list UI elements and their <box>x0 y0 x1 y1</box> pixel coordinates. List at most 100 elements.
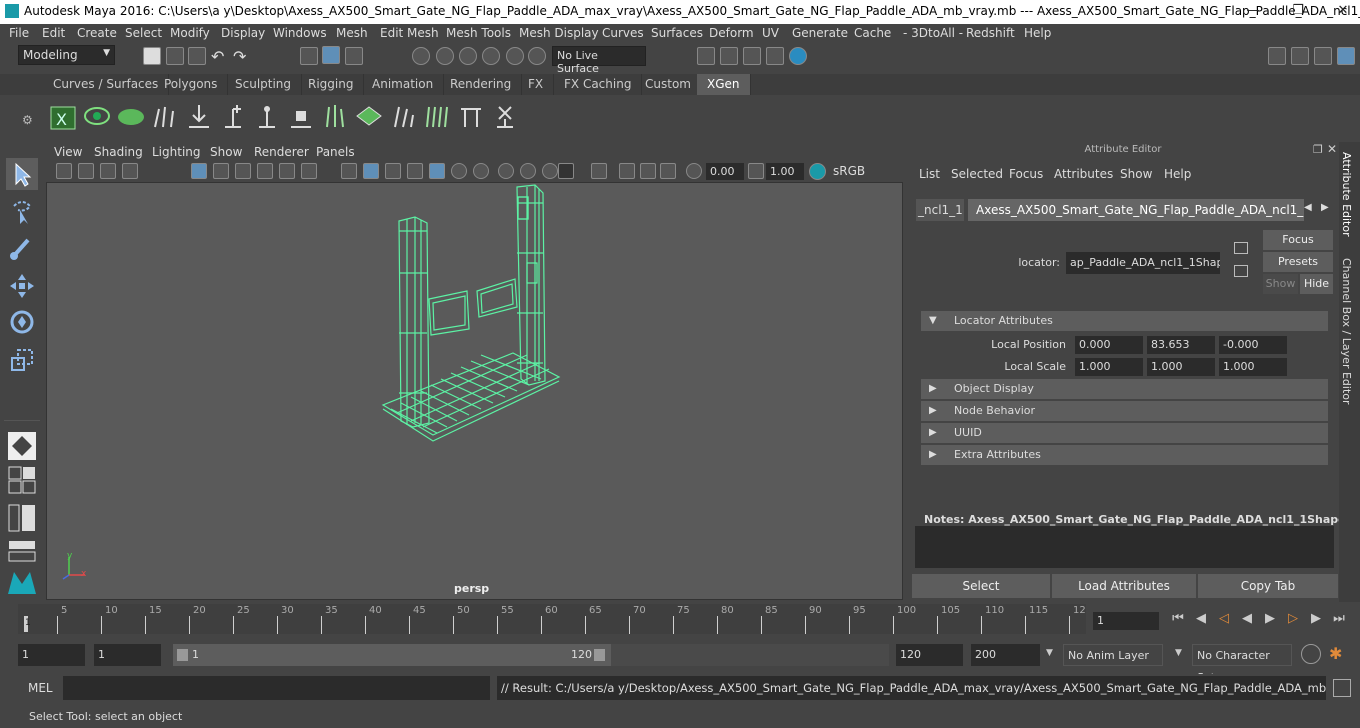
tab-attribute-editor[interactable]: Attribute Editor <box>1340 152 1353 237</box>
shelf-tab-curves-surfaces[interactable]: Curves / Surfaces <box>43 74 170 95</box>
playback-start-field[interactable]: 1 <box>94 644 161 666</box>
chevron-down-icon[interactable]: ▼ <box>1046 648 1053 658</box>
xgen-grid-icon[interactable] <box>355 101 383 131</box>
save-scene-icon[interactable] <box>188 47 206 65</box>
graph-layout-icon[interactable] <box>8 540 36 562</box>
menu-windows[interactable]: Windows <box>273 26 327 40</box>
ipr-render-icon[interactable] <box>743 47 761 65</box>
resolution-gate-icon[interactable] <box>235 163 251 179</box>
show-button[interactable]: Show <box>1263 274 1298 294</box>
xgen-remove-guide-icon[interactable] <box>253 101 281 131</box>
hide-button[interactable]: Hide <box>1300 274 1333 294</box>
gamma-field[interactable]: 1.00 <box>766 163 804 180</box>
shelf-tab-fx-caching[interactable]: FX Caching <box>554 74 643 95</box>
select-button[interactable]: Select <box>912 574 1050 598</box>
move-tool-icon[interactable] <box>6 270 38 302</box>
xgen-clear-icon[interactable] <box>117 101 145 131</box>
menu-select[interactable]: Select <box>125 26 162 40</box>
section-extra-attributes[interactable]: ▶ Extra Attributes <box>921 445 1328 465</box>
select-by-object-icon[interactable] <box>322 46 340 64</box>
smooth-shade-icon[interactable] <box>363 163 379 179</box>
menu-modify[interactable]: Modify <box>170 26 210 40</box>
menu-create[interactable]: Create <box>77 26 117 40</box>
single-layout-icon[interactable] <box>6 430 38 462</box>
local-scale-y-field[interactable]: 1.000 <box>1147 358 1215 376</box>
field-chart-icon[interactable] <box>279 163 295 179</box>
select-by-component-icon[interactable] <box>345 47 363 65</box>
script-language-label[interactable]: MEL <box>28 681 53 695</box>
viewport-menu-shading[interactable]: Shading <box>94 145 143 159</box>
shelf-tab-animation[interactable]: Animation <box>362 74 445 95</box>
section-uuid[interactable]: ▶ UUID <box>921 423 1328 443</box>
xgen-preview-icon[interactable] <box>83 101 111 131</box>
menu-curves[interactable]: Curves <box>602 26 644 40</box>
play-backwards-icon[interactable]: ◀ <box>1239 610 1255 628</box>
safe-action-icon[interactable] <box>301 163 317 179</box>
step-back-key-icon[interactable]: ◀ <box>1193 610 1209 628</box>
hypershade-icon[interactable] <box>789 47 807 65</box>
textured-icon[interactable] <box>407 163 423 179</box>
select-tool-icon[interactable] <box>6 158 38 190</box>
ae-menu-list[interactable]: List <box>919 167 940 181</box>
ae-menu-help[interactable]: Help <box>1164 167 1191 181</box>
go-to-start-icon[interactable]: ⏮ <box>1170 610 1186 628</box>
xgen-sculpt-icon[interactable] <box>389 101 417 131</box>
minimize-icon[interactable]: — <box>1243 3 1263 18</box>
notes-textarea[interactable] <box>915 526 1334 568</box>
close-panel-icon[interactable]: ✕ <box>1327 142 1337 156</box>
shadows-icon[interactable] <box>473 163 489 179</box>
shelf-tab-rendering[interactable]: Rendering <box>440 74 523 95</box>
xgen-attach-icon[interactable] <box>457 101 485 131</box>
focus-button[interactable]: Focus <box>1263 230 1333 250</box>
copy-tab-button[interactable]: Copy Tab <box>1198 574 1338 598</box>
ae-menu-show[interactable]: Show <box>1120 167 1152 181</box>
menu-deform[interactable]: Deform <box>709 26 754 40</box>
close-icon[interactable]: ✕ <box>1333 3 1353 18</box>
viewport-3d[interactable]: y x persp <box>46 182 903 600</box>
section-object-display[interactable]: ▶ Object Display <box>921 379 1328 399</box>
ambient-occlusion-icon[interactable] <box>498 163 514 179</box>
attribute-editor-toggle-icon[interactable] <box>1337 47 1355 65</box>
ae-menu-focus[interactable]: Focus <box>1009 167 1043 181</box>
menuset-dropdown[interactable]: Modeling ▼ <box>18 45 115 65</box>
chevron-down-icon[interactable]: ▼ <box>1175 648 1182 658</box>
locator-name-field[interactable]: ap_Paddle_ADA_ncl1_1Shape <box>1066 252 1220 274</box>
menu-edit[interactable]: Edit <box>42 26 65 40</box>
node-tab-transform[interactable]: _ncl1_1 <box>916 199 964 221</box>
render-view-icon[interactable] <box>697 47 715 65</box>
flap-gate-wireframe[interactable] <box>377 183 567 443</box>
rotate-tool-icon[interactable] <box>6 306 38 338</box>
wireframe-on-shaded-icon[interactable] <box>385 163 401 179</box>
menu-cache[interactable]: Cache <box>854 26 891 40</box>
modeling-toolkit-icon[interactable] <box>1291 47 1309 65</box>
four-view-layout-icon[interactable] <box>8 466 36 494</box>
paint-select-tool-icon[interactable] <box>6 232 38 264</box>
shelf-tab-polygons[interactable]: Polygons <box>154 74 229 95</box>
local-scale-z-field[interactable]: 1.000 <box>1219 358 1287 376</box>
time-slider[interactable]: 1 5 10 15 20 25 30 35 40 45 50 55 60 65 70 75 80 85 90 95 1… <box>18 604 1086 634</box>
xgen-add-point-icon[interactable] <box>219 101 247 131</box>
shelf-tab-sculpting[interactable]: Sculpting <box>225 74 303 95</box>
menu-uv[interactable]: UV <box>762 26 779 40</box>
lasso-tool-icon[interactable] <box>6 196 38 228</box>
section-locator-attributes[interactable]: ▼ Locator Attributes <box>921 311 1328 331</box>
live-surface-field[interactable]: No Live Surface <box>552 46 646 75</box>
current-frame-field[interactable]: 1 <box>1093 612 1159 630</box>
motion-blur-icon[interactable] <box>520 163 536 179</box>
gate-mask-icon[interactable] <box>257 163 273 179</box>
redo-icon[interactable]: ↷ <box>233 47 251 66</box>
scale-tool-icon[interactable] <box>6 344 38 376</box>
camera-attributes-icon[interactable] <box>78 163 94 179</box>
start-time-field[interactable]: 1 <box>18 644 85 666</box>
local-scale-x-field[interactable]: 1.000 <box>1075 358 1143 376</box>
film-gate-icon[interactable] <box>213 163 229 179</box>
shelf-tab-xgen[interactable]: XGen <box>697 74 751 95</box>
snap-point-icon[interactable] <box>459 47 477 65</box>
render-settings-icon[interactable] <box>766 47 784 65</box>
presets-button[interactable]: Presets <box>1263 252 1333 272</box>
bookmark-icon[interactable] <box>100 163 116 179</box>
snap-surface-icon[interactable] <box>506 47 524 65</box>
local-position-z-field[interactable]: -0.000 <box>1219 336 1287 354</box>
float-panel-icon[interactable]: ❐ <box>1313 143 1323 156</box>
menu-mesh-tools[interactable]: Mesh Tools <box>446 26 511 40</box>
